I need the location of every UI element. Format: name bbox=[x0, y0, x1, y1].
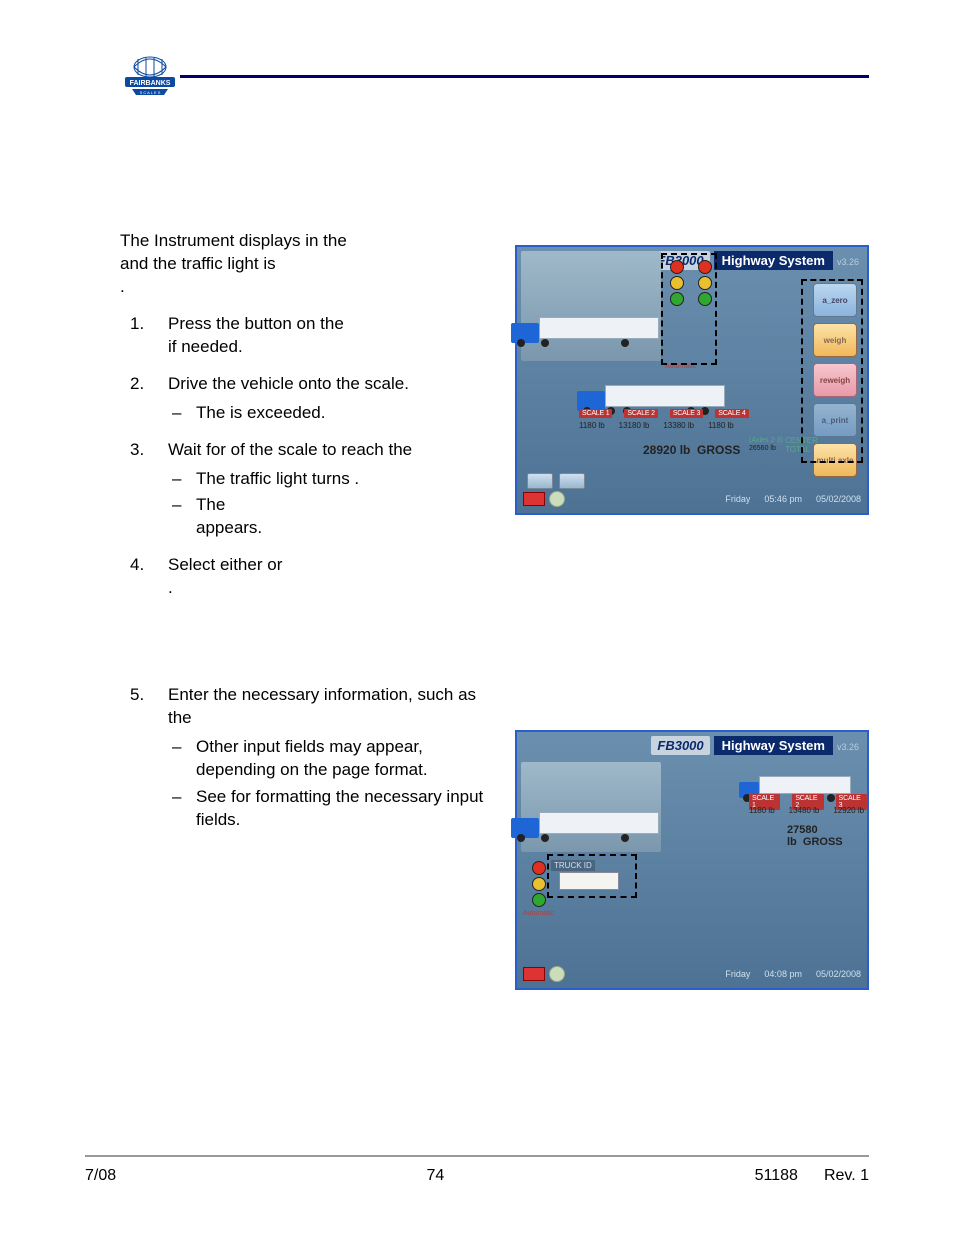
screenshot-truck-id-screen: FB3000Highway Systemv3.26 SCALE 1SCALE 2… bbox=[515, 730, 869, 990]
exit-button[interactable] bbox=[523, 492, 545, 506]
text: in the bbox=[305, 231, 347, 250]
exit-button[interactable] bbox=[523, 967, 545, 981]
app-subtitle: Highway System bbox=[714, 736, 833, 755]
text: of the scale to reach the bbox=[231, 440, 412, 459]
text: button on the bbox=[245, 314, 344, 333]
app-name: FB3000 bbox=[651, 736, 709, 755]
text: Wait for bbox=[168, 440, 231, 459]
text: and the traffic light is bbox=[120, 254, 276, 273]
svg-text:FAIRBANKS: FAIRBANKS bbox=[130, 80, 171, 87]
small-button[interactable] bbox=[527, 473, 553, 489]
axle-weights: 1180 lb13480 lb12920 lb bbox=[749, 806, 864, 815]
small-buttons bbox=[527, 473, 585, 489]
text: . bbox=[120, 277, 125, 296]
intro-paragraph: The Instrument displays in the and the t… bbox=[120, 230, 495, 299]
highlight-lights bbox=[661, 253, 717, 365]
app-title: FB3000 Highway System v3.26 bbox=[651, 738, 859, 753]
camera-view bbox=[521, 251, 661, 361]
text: if needed. bbox=[168, 337, 243, 356]
center-weight-meta: (Axles 2-3)26560 lb bbox=[749, 437, 783, 452]
step-5: 5. Enter the necessary information, such… bbox=[120, 684, 495, 832]
highlight-truck-id bbox=[547, 854, 637, 898]
screenshot-weigh-screen: FB3000Highway Systemv3.26 Automatic SCAL… bbox=[515, 245, 869, 515]
step-number: 1. bbox=[130, 313, 144, 336]
gross-weight: 28920 lb GROSS bbox=[643, 443, 740, 457]
step-number: 5. bbox=[130, 684, 144, 707]
text: Select either bbox=[168, 555, 267, 574]
text: The bbox=[196, 403, 230, 422]
footer-date: 7/08 bbox=[85, 1167, 116, 1185]
step-5-sub-1: Other input fields may appear, depending… bbox=[168, 736, 495, 782]
revision: Rev. 1 bbox=[824, 1167, 869, 1185]
gear-icon[interactable] bbox=[549, 491, 565, 507]
text: or bbox=[267, 555, 282, 574]
text: Other input fields may appear, depending… bbox=[196, 737, 428, 779]
traffic-light-red-icon bbox=[532, 861, 546, 875]
traffic-light-yellow-icon bbox=[532, 877, 546, 891]
header-rule bbox=[180, 75, 869, 78]
step-3-sub-2: The appears. bbox=[168, 494, 495, 540]
text: Drive the vehicle onto the scale. bbox=[168, 374, 409, 393]
step-number: 4. bbox=[130, 554, 144, 577]
text: . bbox=[168, 578, 173, 597]
app-subtitle: Highway System bbox=[714, 251, 833, 270]
status-bar: Friday04:08 pm05/02/2008 bbox=[725, 969, 861, 979]
text: for formatting the necessary input field… bbox=[196, 787, 483, 829]
step-3: 3. Wait for of the scale to reach the Th… bbox=[120, 439, 495, 541]
step-2: 2. Drive the vehicle onto the scale. The… bbox=[120, 373, 495, 425]
text: . bbox=[354, 469, 359, 488]
camera-view bbox=[521, 762, 661, 852]
axle-weights: 1180 lb13180 lb13380 lb1180 lb bbox=[579, 421, 734, 430]
text: The bbox=[196, 495, 225, 514]
page-number: 74 bbox=[426, 1167, 444, 1185]
step-5-sub-2: See for formatting the necessary input f… bbox=[168, 786, 495, 832]
text: The traffic light turns bbox=[196, 469, 354, 488]
scale-labels: SCALE 1SCALE 2SCALE 3SCALE 4 bbox=[579, 409, 749, 418]
step-2-sub-1: The is exceeded. bbox=[168, 402, 495, 425]
doc-number: 51188 bbox=[755, 1167, 798, 1185]
text: See bbox=[196, 787, 231, 806]
text: Press the bbox=[168, 314, 245, 333]
text: is exceeded. bbox=[230, 403, 325, 422]
brand-logo: FAIRBANKS S C A L E S bbox=[120, 55, 180, 105]
svg-text:S C A L E S: S C A L E S bbox=[140, 90, 161, 95]
traffic-light-green-icon bbox=[532, 893, 546, 907]
gear-icon[interactable] bbox=[549, 966, 565, 982]
footer-rule bbox=[85, 1155, 869, 1157]
step-1: 1. Press the button on the if needed. bbox=[120, 313, 495, 359]
step-4: 4. Select either or . bbox=[120, 554, 495, 600]
text: appears. bbox=[196, 518, 262, 537]
mode-label: Automatic bbox=[523, 910, 554, 917]
page-footer: 7/08 74 51188 Rev. 1 bbox=[85, 1167, 869, 1185]
status-bar: Friday05:46 pm05/02/2008 bbox=[725, 494, 861, 504]
small-button[interactable] bbox=[559, 473, 585, 489]
step-3-sub-1: The traffic light turns . bbox=[168, 468, 495, 491]
app-version: v3.26 bbox=[837, 257, 859, 267]
app-version: v3.26 bbox=[837, 742, 859, 752]
gross-weight: 27580 lb GROSS bbox=[787, 824, 867, 848]
text: Enter the necessary information, such as… bbox=[168, 685, 476, 727]
highlight-buttons bbox=[801, 279, 863, 463]
step-number: 2. bbox=[130, 373, 144, 396]
text: The Instrument displays bbox=[120, 231, 305, 250]
step-number: 3. bbox=[130, 439, 144, 462]
